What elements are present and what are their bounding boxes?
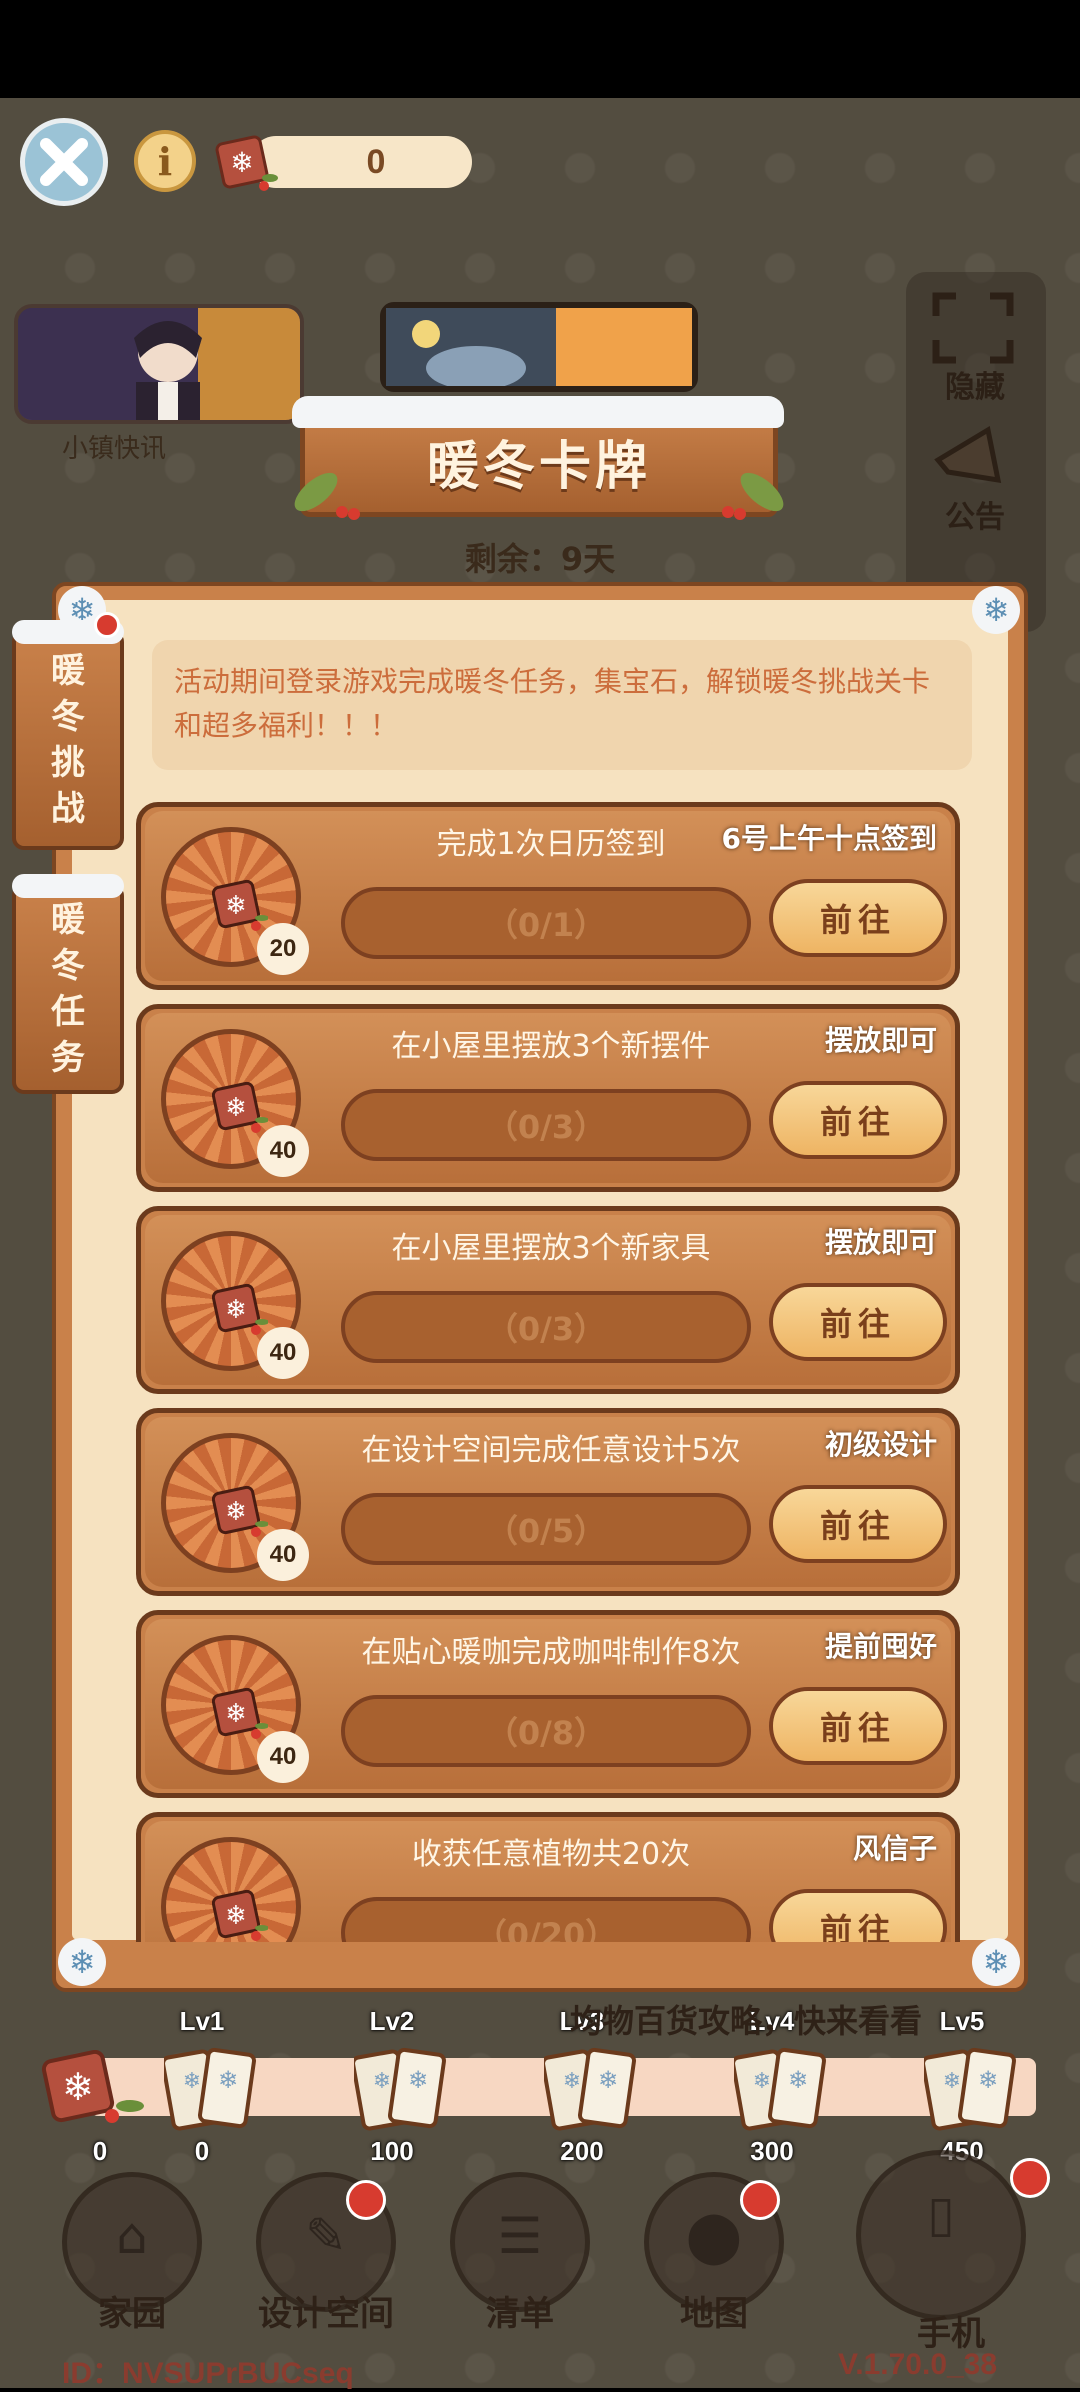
snowflake-card-icon: ❄ — [212, 879, 268, 931]
reward-amount: 20 — [257, 923, 309, 975]
gem-start-value: 0 — [92, 2136, 108, 2166]
task-progress-bar: （0/1） — [341, 887, 751, 959]
task-note: 摆放即可 — [824, 1226, 937, 1259]
task-progress-bar: （0/8） — [341, 1695, 751, 1767]
snowflake-card-icon: ❄ — [212, 1485, 268, 1537]
nav-label-map[interactable]: 地图 — [624, 2286, 804, 2335]
snowflake-card-icon: ❄ — [212, 1283, 268, 1335]
player-id: ID：NVSUPrBUCseq — [62, 2357, 354, 2390]
task-progress-text: （0/3） — [485, 1108, 607, 1146]
go-button[interactable]: 前往 — [769, 1081, 947, 1159]
reward-cards-icon[interactable]: ❄❄ — [924, 2046, 1024, 2134]
snowflake-card-icon: ❄ — [41, 2050, 144, 2123]
reward-amount: 40 — [257, 1327, 309, 1379]
snowflake-card-icon: ❄ — [212, 1081, 268, 1133]
svg-text:❄: ❄ — [225, 1497, 247, 1527]
shop-banner-text[interactable]: 均物百货攻略，快来看看 — [570, 1996, 922, 2042]
svg-text:❄: ❄ — [983, 1943, 1010, 1981]
notification-dot — [740, 2180, 780, 2220]
task-progress-bar: （0/20） — [341, 1897, 751, 1942]
level-requirement: 300 — [750, 2136, 794, 2166]
svg-text:❄: ❄ — [408, 2066, 428, 2094]
reward-amount: 40 — [257, 1125, 309, 1177]
svg-text:❄: ❄ — [225, 1295, 247, 1325]
nav-label-home[interactable]: 家园 — [42, 2286, 222, 2335]
svg-text:❄: ❄ — [563, 2069, 581, 2094]
notification-dot — [346, 2180, 386, 2220]
svg-text:❄: ❄ — [225, 1901, 247, 1931]
version-text: V.1.70.0_38 — [838, 2348, 998, 2381]
level-requirement: 100 — [370, 2136, 414, 2166]
notification-dot — [1010, 2158, 1050, 2198]
svg-text:❄: ❄ — [62, 2065, 94, 2109]
svg-text:❄: ❄ — [978, 2066, 998, 2094]
svg-text:❄: ❄ — [788, 2066, 808, 2094]
svg-text:❄: ❄ — [373, 2069, 391, 2094]
reward-amount: 40 — [257, 1731, 309, 1783]
task-card: ❄ 40 在设计空间完成任意设计5次 初级设计 （0/5） 前往 — [136, 1408, 960, 1596]
level-label: Lv2 — [369, 2006, 415, 2036]
go-button[interactable]: 前往 — [769, 1485, 947, 1563]
reward-cards-icon[interactable]: ❄❄ — [354, 2046, 454, 2134]
svg-text:❄: ❄ — [943, 2069, 961, 2094]
task-title: 在贴心暖咖完成咖啡制作8次 — [361, 1635, 741, 1670]
task-progress-text: （0/8） — [485, 1714, 607, 1752]
go-button[interactable]: 前往 — [769, 1283, 947, 1361]
task-card: ❄ 40 在贴心暖咖完成咖啡制作8次 提前囤好 （0/8） 前往 — [136, 1610, 960, 1798]
svg-text:❄: ❄ — [225, 891, 247, 921]
svg-text:❄: ❄ — [183, 2069, 201, 2094]
reward-cards-icon[interactable]: ❄❄ — [164, 2046, 264, 2134]
task-title: 在设计空间完成任意设计5次 — [361, 1433, 741, 1468]
task-progress-bar: （0/3） — [341, 1089, 751, 1161]
svg-text:❄: ❄ — [225, 1093, 247, 1123]
task-note: 6号上午十点签到 — [721, 822, 937, 855]
task-progress-text: （0/20） — [474, 1916, 618, 1942]
level-label: Lv1 — [179, 2006, 225, 2036]
task-title: 收获任意植物共20次 — [411, 1837, 691, 1872]
reward-cards-icon[interactable]: ❄❄ — [734, 2046, 834, 2134]
svg-text:❄: ❄ — [69, 1943, 96, 1981]
go-button[interactable]: 前往 — [769, 879, 947, 957]
level-label: Lv5 — [939, 2006, 985, 2036]
svg-text:❄: ❄ — [225, 1699, 247, 1729]
task-title: 在小屋里摆放3个新家具 — [391, 1231, 711, 1266]
reward-amount: 40 — [257, 1529, 309, 1581]
task-note: 提前囤好 — [824, 1630, 937, 1663]
svg-text:❄: ❄ — [753, 2069, 771, 2094]
task-card: ❄ 40 在小屋里摆放3个新摆件 摆放即可 （0/3） 前往 — [136, 1004, 960, 1192]
snowflake-icon: ❄ — [58, 1938, 106, 1986]
task-progress-bar: （0/5） — [341, 1493, 751, 1565]
task-card: ❄ 40 在小屋里摆放3个新家具 摆放即可 （0/3） 前往 — [136, 1206, 960, 1394]
nav-label-design-space[interactable]: 设计空间 — [236, 2286, 416, 2335]
task-card: ❄ 收获任意植物共20次 风信子 （0/20） 前往 — [136, 1812, 960, 1942]
task-progress-text: （0/1） — [485, 906, 607, 944]
task-progress-bar: （0/3） — [341, 1291, 751, 1363]
task-title: 在小屋里摆放3个新摆件 — [391, 1029, 711, 1064]
snowflake-icon: ❄ — [972, 1938, 1020, 1986]
task-note: 摆放即可 — [824, 1024, 937, 1057]
svg-text:❄: ❄ — [598, 2066, 618, 2094]
nav-label-checklist[interactable]: 清单 — [430, 2286, 610, 2335]
task-note: 风信子 — [852, 1832, 937, 1865]
task-progress-text: （0/3） — [485, 1310, 607, 1348]
svg-text:❄: ❄ — [218, 2066, 238, 2094]
list-icon: ☰ — [497, 2207, 543, 2265]
task-card: ❄ 20 完成1次日历签到 6号上午十点签到 （0/1） 前往 — [136, 802, 960, 990]
task-list-viewport: ❄ 20 完成1次日历签到 6号上午十点签到 （0/1） 前往 ❄ 40 在小屋里摆放3个新摆件… — [0, 0, 1080, 1942]
snowflake-card-icon: ❄ — [212, 1889, 268, 1941]
go-button[interactable]: 前往 — [769, 1889, 947, 1942]
nav-phone[interactable]: ▯ — [856, 2150, 1026, 2320]
task-progress-text: （0/5） — [485, 1512, 607, 1550]
reward-cards-icon[interactable]: ❄❄ — [544, 2046, 644, 2134]
home-icon: ⌂ — [116, 2207, 148, 2265]
task-note: 初级设计 — [824, 1428, 937, 1461]
go-button[interactable]: 前往 — [769, 1687, 947, 1765]
level-requirement: 0 — [194, 2136, 210, 2166]
phone-icon: ▯ — [927, 2185, 955, 2243]
snowflake-card-icon: ❄ — [212, 1687, 268, 1739]
level-requirement: 200 — [560, 2136, 604, 2166]
